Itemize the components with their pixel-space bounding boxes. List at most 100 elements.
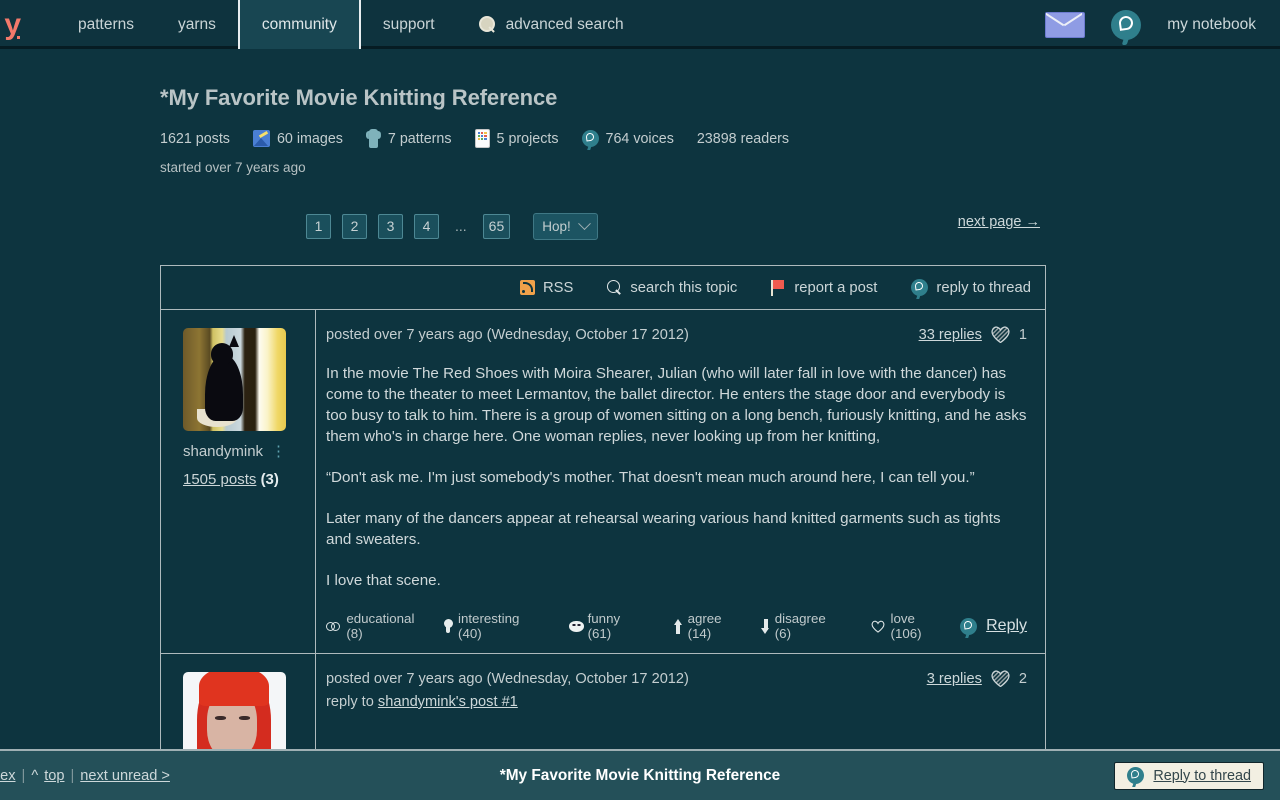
avatar-eye — [239, 716, 250, 720]
search-topic-link[interactable]: search this topic — [607, 280, 737, 296]
post-reply-button[interactable]: Reply — [960, 617, 1027, 635]
post-author-sidebar: shandymink ⋮ 1505 posts (3) — [161, 310, 316, 653]
voices-icon — [581, 130, 599, 147]
my-notebook-link[interactable]: my notebook — [1167, 16, 1256, 34]
reply-to-thread-link[interactable]: reply to thread — [911, 279, 1031, 296]
post-timestamp: posted over 7 years ago (Wednesday, Octo… — [326, 670, 689, 687]
envelope-icon[interactable] — [1045, 11, 1086, 38]
advanced-search-link[interactable]: advanced search — [457, 0, 640, 49]
heart-outline-icon — [871, 620, 885, 633]
meta-patterns[interactable]: 7 patterns — [366, 129, 452, 148]
avatar-hair-top — [199, 672, 269, 706]
post-item: shandymink ⋮ 1505 posts (3) posted over … — [161, 310, 1045, 654]
separator: | — [21, 767, 26, 784]
bottom-bar: dex | ^ top | next unread > *My Favorite… — [0, 749, 1280, 800]
search-icon — [607, 280, 622, 295]
post-body: posted over 7 years ago (Wednesday, Octo… — [316, 310, 1045, 653]
envelope-flap — [1046, 13, 1082, 35]
images-icon — [252, 130, 270, 147]
reaction-interesting[interactable]: interesting (40) — [443, 611, 533, 641]
sweater-icon — [366, 129, 381, 148]
page-button-1[interactable]: 1 — [306, 213, 331, 239]
meta-images[interactable]: 60 images — [252, 130, 343, 147]
glasses-icon — [326, 621, 341, 631]
reaction-agree-label: agree (14) — [687, 611, 722, 641]
report-post-link[interactable]: report a post — [771, 279, 877, 296]
reply-to-thread-button-label: Reply to thread — [1153, 767, 1251, 784]
author-posts-link[interactable]: 1505 posts — [183, 471, 256, 488]
reaction-interesting-label: interesting (40) — [458, 611, 520, 641]
reaction-disagree[interactable]: disagree (6) — [761, 611, 834, 641]
meta-readers-label: 23898 readers — [696, 130, 790, 147]
mask-icon — [568, 620, 584, 633]
reply-to-thread-button[interactable]: Reply to thread — [1114, 761, 1264, 790]
arrow-down-icon — [761, 618, 769, 634]
yarn-bubble-icon[interactable] — [1111, 9, 1142, 40]
post-heart-count: 1 — [1018, 326, 1027, 343]
projects-icon-dots — [477, 132, 487, 140]
site-logo[interactable]: y — [0, 0, 22, 49]
meta-posts: 1621 posts — [160, 131, 230, 147]
heart-striped-icon — [991, 670, 1010, 687]
reaction-educational[interactable]: educational (8) — [326, 611, 421, 641]
meta-patterns-label: 7 patterns — [387, 130, 452, 147]
post-replies-link[interactable]: 33 replies — [919, 327, 982, 343]
nav-tab-support[interactable]: support — [361, 0, 457, 49]
index-link[interactable]: dex — [0, 768, 16, 784]
reaction-disagree-label: disagree (6) — [774, 611, 826, 641]
next-page-link[interactable]: next page → — [958, 214, 1040, 230]
page-button-4[interactable]: 4 — [414, 213, 439, 239]
author-name-row: shandymink ⋮ — [183, 443, 315, 460]
reaction-agree[interactable]: agree (14) — [673, 611, 739, 641]
main-content: *My Favorite Movie Knitting Reference 16… — [0, 49, 1280, 794]
avatar-eye — [215, 716, 226, 720]
pagination-ellipsis: ... — [455, 218, 467, 234]
pagination: 1 2 3 4 ... 65 Hop! next page → — [160, 211, 1046, 241]
post-replies-link[interactable]: 3 replies — [927, 671, 982, 687]
flag-icon — [771, 279, 786, 296]
meta-posts-label: 1621 posts — [160, 130, 230, 147]
post-reply-to: reply to shandymink's post #1 — [326, 694, 1027, 710]
post-paragraph: In the movie The Red Shoes with Moira Sh… — [326, 365, 1027, 445]
nav-tab-patterns[interactable]: patterns — [56, 0, 156, 49]
hop-dropdown-label: Hop! — [542, 218, 571, 234]
nav-tab-yarns[interactable]: yarns — [156, 0, 238, 49]
search-icon — [478, 16, 496, 33]
reaction-love[interactable]: love (106) — [871, 611, 939, 641]
reply-to-link[interactable]: shandymink's post #1 — [378, 694, 518, 710]
post-reactions: educational (8) interesting (40) funny (… — [326, 611, 1027, 653]
page-button-3[interactable]: 3 — [378, 213, 403, 239]
rss-icon — [519, 280, 535, 295]
avatar-cat — [205, 335, 243, 421]
post-text: In the movie The Red Shoes with Moira Sh… — [326, 363, 1027, 591]
page-button-2[interactable]: 2 — [342, 213, 367, 239]
meta-voices[interactable]: 764 voices — [581, 130, 674, 147]
post-header: posted over 7 years ago (Wednesday, Octo… — [326, 670, 1027, 687]
thread-meta: 1621 posts 60 images 7 patterns 5 projec… — [160, 129, 1046, 148]
post-heart-count: 2 — [1018, 670, 1027, 687]
page-button-last[interactable]: 65 — [482, 213, 511, 239]
post-paragraph: I love that scene. — [326, 572, 441, 589]
nav-tab-community[interactable]: community — [237, 0, 361, 49]
speech-bubble-icon — [911, 279, 929, 296]
search-topic-label: search this topic — [630, 279, 738, 296]
reply-to-prefix: reply to — [326, 694, 378, 710]
reaction-funny[interactable]: funny (61) — [568, 611, 638, 641]
meta-projects[interactable]: 5 projects — [474, 129, 559, 148]
top-link[interactable]: top — [44, 768, 64, 784]
post-timestamp: posted over 7 years ago (Wednesday, Octo… — [326, 326, 689, 343]
hop-dropdown[interactable]: Hop! — [533, 212, 598, 240]
post-reply-label: Reply — [986, 617, 1028, 634]
author-username[interactable]: shandymink — [183, 443, 263, 460]
lightbulb-icon — [443, 618, 454, 634]
heart-striped-icon — [991, 326, 1010, 343]
reaction-love-label: love (106) — [890, 611, 922, 641]
yarn-glyph — [1118, 14, 1135, 31]
page-title: *My Favorite Movie Knitting Reference — [160, 85, 558, 110]
avatar[interactable] — [183, 328, 286, 431]
meta-readers: 23898 readers — [697, 131, 789, 147]
thread-panel: RSS search this topic report a post repl… — [160, 265, 1046, 794]
rss-link[interactable]: RSS — [519, 280, 573, 296]
next-unread-link[interactable]: next unread > — [80, 768, 170, 784]
kebab-menu-icon[interactable]: ⋮ — [271, 444, 287, 459]
